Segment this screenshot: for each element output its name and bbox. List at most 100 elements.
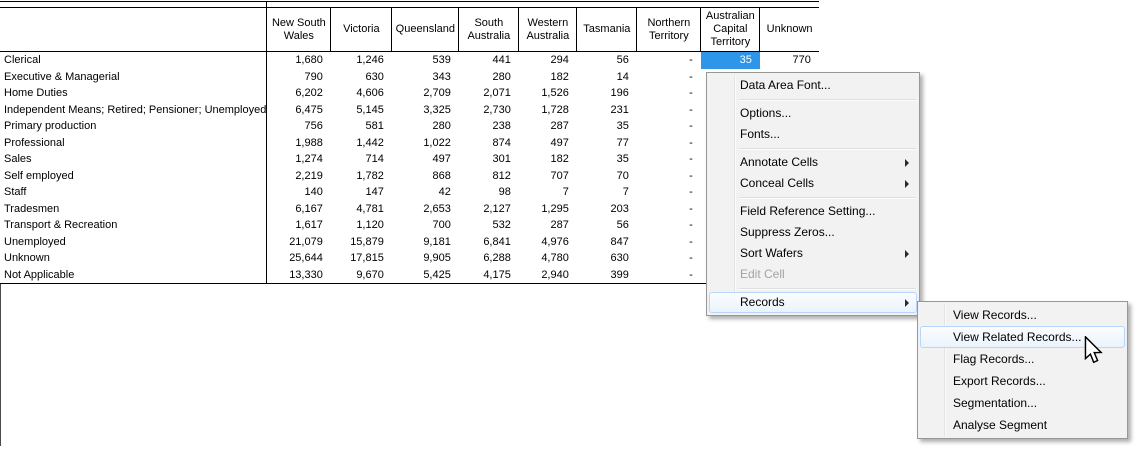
data-cell[interactable]: 399 [577, 267, 637, 284]
column-header-new-south-wales[interactable]: New South Wales [267, 8, 331, 52]
data-cell[interactable]: - [637, 234, 701, 251]
submenu-item-segmentation[interactable]: Segmentation... [920, 392, 1125, 414]
data-cell[interactable]: 539 [392, 52, 459, 69]
data-cell[interactable]: 9,670 [331, 267, 392, 284]
data-cell[interactable]: - [637, 267, 701, 284]
data-cell[interactable]: 6,202 [267, 85, 331, 102]
data-cell[interactable]: - [637, 151, 701, 168]
data-cell[interactable]: 700 [392, 217, 459, 234]
data-cell[interactable]: 581 [331, 118, 392, 135]
data-cell[interactable]: 4,175 [459, 267, 519, 284]
data-cell[interactable]: 1,728 [519, 102, 577, 119]
row-label-unknown[interactable]: Unknown [0, 250, 267, 267]
row-label-clerical[interactable]: Clerical [0, 52, 267, 69]
data-cell[interactable]: 847 [577, 234, 637, 251]
menu-item-suppress-zeros[interactable]: Suppress Zeros... [709, 222, 917, 243]
row-label-independent-means-retired-pensioner-unemployed[interactable]: Independent Means; Retired; Pensioner; U… [0, 102, 267, 119]
data-cell[interactable]: 4,780 [519, 250, 577, 267]
data-cell[interactable]: 17,815 [331, 250, 392, 267]
data-cell[interactable]: 182 [519, 151, 577, 168]
row-label-unemployed[interactable]: Unemployed [0, 234, 267, 251]
row-label-executive-managerial[interactable]: Executive & Managerial [0, 69, 267, 86]
data-cell[interactable]: 1,526 [519, 85, 577, 102]
submenu-item-export-records[interactable]: Export Records... [920, 370, 1125, 392]
data-cell[interactable]: 2,071 [459, 85, 519, 102]
data-cell[interactable]: 497 [392, 151, 459, 168]
data-cell[interactable]: 2,127 [459, 201, 519, 218]
data-cell[interactable]: 630 [577, 250, 637, 267]
data-cell[interactable]: 5,425 [392, 267, 459, 284]
column-header-tasmania[interactable]: Tasmania [577, 8, 637, 52]
data-cell[interactable]: 6,167 [267, 201, 331, 218]
data-cell[interactable]: 770 [760, 52, 819, 69]
data-cell[interactable]: 287 [519, 217, 577, 234]
data-cell[interactable]: 196 [577, 85, 637, 102]
data-cell[interactable]: 2,653 [392, 201, 459, 218]
data-cell[interactable]: 13,330 [267, 267, 331, 284]
data-cell[interactable]: 812 [459, 168, 519, 185]
data-cell[interactable]: 1,680 [267, 52, 331, 69]
data-cell[interactable]: - [637, 135, 701, 152]
data-cell[interactable]: 5,145 [331, 102, 392, 119]
data-cell[interactable]: 707 [519, 168, 577, 185]
data-cell[interactable]: 3,325 [392, 102, 459, 119]
data-cell[interactable]: 56 [577, 217, 637, 234]
row-label-transport-recreation[interactable]: Transport & Recreation [0, 217, 267, 234]
data-cell[interactable]: 790 [267, 69, 331, 86]
submenu-item-view-records[interactable]: View Records... [920, 304, 1125, 326]
data-cell[interactable]: 280 [392, 118, 459, 135]
data-cell[interactable]: 756 [267, 118, 331, 135]
data-cell[interactable]: - [637, 184, 701, 201]
column-header-victoria[interactable]: Victoria [331, 8, 392, 52]
data-cell[interactable]: 140 [267, 184, 331, 201]
data-cell[interactable]: - [637, 168, 701, 185]
data-cell[interactable]: - [637, 217, 701, 234]
column-header-northern-territory[interactable]: Northern Territory [637, 8, 701, 52]
data-cell[interactable]: 714 [331, 151, 392, 168]
data-cell[interactable]: 1,295 [519, 201, 577, 218]
row-label-tradesmen[interactable]: Tradesmen [0, 201, 267, 218]
data-cell[interactable]: 15,879 [331, 234, 392, 251]
data-cell[interactable]: 343 [392, 69, 459, 86]
data-cell[interactable]: 2,730 [459, 102, 519, 119]
selected-cell[interactable]: 35 [701, 52, 760, 69]
data-cell[interactable]: 1,120 [331, 217, 392, 234]
data-cell[interactable]: 7 [577, 184, 637, 201]
data-cell[interactable]: 6,288 [459, 250, 519, 267]
menu-item-records[interactable]: Records [709, 292, 917, 313]
column-header-western-australia[interactable]: Western Australia [519, 8, 577, 52]
data-cell[interactable]: 231 [577, 102, 637, 119]
data-cell[interactable]: 7 [519, 184, 577, 201]
menu-item-annotate-cells[interactable]: Annotate Cells [709, 152, 917, 173]
data-cell[interactable]: 874 [459, 135, 519, 152]
data-cell[interactable]: 1,274 [267, 151, 331, 168]
data-cell[interactable]: 203 [577, 201, 637, 218]
column-header-unknown[interactable]: Unknown [760, 8, 819, 52]
row-label-staff[interactable]: Staff [0, 184, 267, 201]
data-cell[interactable]: 14 [577, 69, 637, 86]
row-label-self-employed[interactable]: Self employed [0, 168, 267, 185]
data-cell[interactable]: 238 [459, 118, 519, 135]
data-cell[interactable]: 182 [519, 69, 577, 86]
data-cell[interactable]: - [637, 52, 701, 69]
data-cell[interactable]: 294 [519, 52, 577, 69]
row-label-professional[interactable]: Professional [0, 135, 267, 152]
menu-item-fonts[interactable]: Fonts... [709, 124, 917, 145]
data-cell[interactable]: 77 [577, 135, 637, 152]
data-cell[interactable]: 868 [392, 168, 459, 185]
menu-item-options[interactable]: Options... [709, 103, 917, 124]
data-cell[interactable]: 1,988 [267, 135, 331, 152]
data-cell[interactable]: 280 [459, 69, 519, 86]
data-cell[interactable]: 2,709 [392, 85, 459, 102]
data-cell[interactable]: - [637, 201, 701, 218]
row-label-sales[interactable]: Sales [0, 151, 267, 168]
row-label-home-duties[interactable]: Home Duties [0, 85, 267, 102]
data-cell[interactable]: 532 [459, 217, 519, 234]
data-cell[interactable]: 497 [519, 135, 577, 152]
data-cell[interactable]: 630 [331, 69, 392, 86]
menu-item-sort-wafers[interactable]: Sort Wafers [709, 243, 917, 264]
data-cell[interactable]: 147 [331, 184, 392, 201]
data-cell[interactable]: - [637, 250, 701, 267]
data-cell[interactable]: 1,022 [392, 135, 459, 152]
submenu-item-analyse-segment[interactable]: Analyse Segment [920, 414, 1125, 436]
